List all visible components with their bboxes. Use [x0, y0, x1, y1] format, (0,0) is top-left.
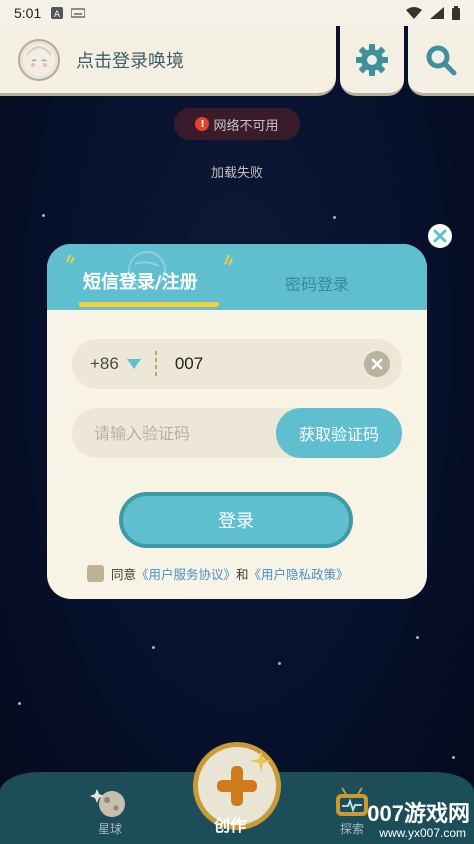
user-agreement-link[interactable]: 《用户服务协议》 [136, 564, 236, 583]
signal-icon [430, 7, 444, 19]
country-code-select[interactable]: +86 [90, 354, 119, 374]
status-bar: 5:01 A [0, 0, 474, 26]
watermark-brand: 007游戏网 [367, 801, 470, 826]
star [42, 214, 45, 217]
error-icon: ! [195, 117, 210, 131]
notification-a-icon: A [51, 7, 64, 19]
keyboard-icon [71, 8, 86, 18]
agreement-row: 同意 《用户服务协议》 和 《用户隐私政策》 [87, 564, 349, 583]
nav-explore[interactable]: 探索 [332, 786, 372, 837]
star [152, 646, 155, 649]
star [333, 216, 336, 219]
sparkle-icon [224, 254, 233, 266]
login-button[interactable]: 登录 [119, 492, 353, 548]
nav-create-label: 创作 [214, 816, 247, 835]
planet-icon [90, 789, 125, 817]
login-dialog: 短信登录/注册 密码登录 +86 007 获取验证码 登录 同意 《用户服务协议… [47, 244, 427, 599]
settings-button[interactable] [340, 26, 404, 96]
network-error-badge: ! 网络不可用 [174, 108, 300, 140]
tab-password-login[interactable]: 密码登录 [285, 271, 349, 295]
avatar-face-icon [23, 43, 55, 76]
dialog-tabs: 短信登录/注册 密码登录 [47, 244, 427, 310]
clear-phone-button[interactable] [364, 351, 390, 377]
nav-planet-label: 星球 [97, 822, 122, 836]
svg-text:A: A [54, 10, 61, 19]
wifi-icon [406, 7, 422, 19]
sparkle-icon [66, 254, 75, 264]
close-icon [433, 229, 447, 243]
privacy-policy-link[interactable]: 《用户隐私政策》 [249, 564, 349, 583]
status-time: 5:01 [14, 5, 42, 21]
star [278, 662, 281, 665]
agreement-prefix: 同意 [111, 567, 137, 582]
search-icon [426, 45, 457, 75]
tv-explore-icon [336, 787, 368, 816]
star [18, 702, 21, 705]
verification-code-field: 获取验证码 [72, 408, 402, 458]
tab-sms-login[interactable]: 短信登录/注册 [83, 268, 198, 294]
nav-explore-label: 探索 [339, 822, 364, 836]
phone-input[interactable]: 007 [175, 354, 203, 374]
nav-planet[interactable]: 星球 [90, 786, 130, 837]
network-error-text: 网络不可用 [213, 118, 279, 134]
battery-icon [452, 6, 460, 20]
search-button[interactable] [408, 26, 474, 96]
close-icon [371, 358, 383, 370]
active-tab-underline [79, 302, 219, 307]
load-failed-text: 加载失败 [210, 166, 263, 181]
watermark-url: www.yx007.com [379, 826, 466, 840]
verification-code-input[interactable] [94, 423, 264, 443]
phone-field: +86 007 [72, 339, 402, 389]
login-prompt[interactable]: 点击登录唤境 [76, 47, 184, 73]
avatar[interactable] [18, 38, 60, 81]
agreement-and: 和 [236, 567, 249, 582]
chevron-down-icon[interactable] [126, 359, 141, 369]
dialog-close-button[interactable] [428, 224, 452, 248]
agreement-checkbox[interactable] [87, 565, 104, 582]
gear-icon [356, 43, 388, 76]
login-bar[interactable]: 点击登录唤境 [0, 26, 336, 96]
get-code-button[interactable]: 获取验证码 [276, 408, 402, 458]
header: 点击登录唤境 [0, 26, 474, 98]
star [416, 636, 419, 639]
divider [154, 351, 157, 377]
star [452, 756, 455, 759]
sparkle-icon [250, 750, 272, 772]
